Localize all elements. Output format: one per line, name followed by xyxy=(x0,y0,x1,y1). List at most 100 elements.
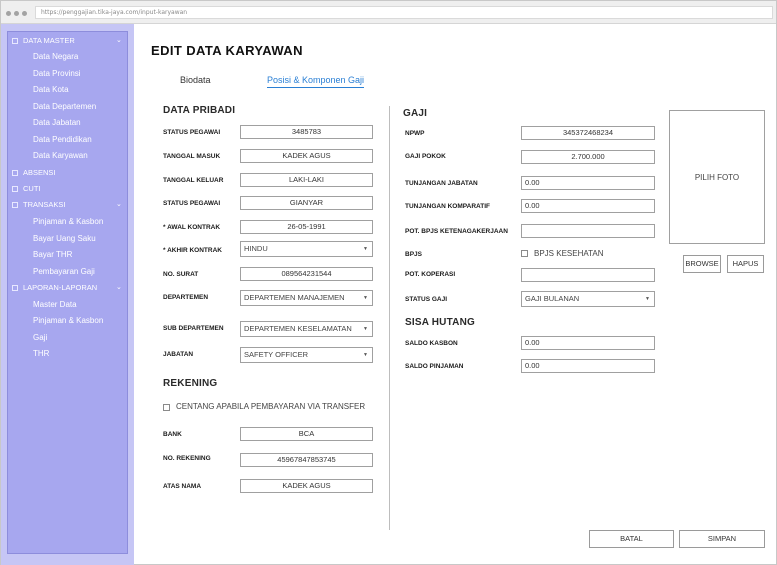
status-gaji-select[interactable]: GAJI BULANAN ▼ xyxy=(521,291,655,307)
report-icon xyxy=(12,284,18,291)
saldo-kasbon-input[interactable]: 0.00 xyxy=(521,336,655,350)
photo-placeholder[interactable]: PILIH FOTO xyxy=(669,110,765,244)
akhir-kontrak-select[interactable]: HINDU ▼ xyxy=(240,241,373,257)
chevron-down-icon[interactable]: ⌄ xyxy=(116,283,122,291)
column-divider xyxy=(389,106,390,530)
sidebar-item-data-provinsi[interactable]: Data Provinsi xyxy=(33,68,81,80)
sidebar-section-cuti[interactable]: CUTI xyxy=(12,183,41,195)
main-content: EDIT DATA KARYAWAN Biodata Posisi & Komp… xyxy=(135,24,777,565)
chevron-down-icon[interactable]: ⌄ xyxy=(116,36,122,44)
sidebar-item-pinjaman-kasbon[interactable]: Pinjaman & Kasbon xyxy=(33,216,103,228)
sidebar-item-bayar-uang-saku[interactable]: Bayar Uang Saku xyxy=(33,233,96,245)
tunjangan-jabatan-input[interactable]: 0.00 xyxy=(521,176,655,190)
sub-departemen-value: DEPARTEMEN KESELAMATAN xyxy=(244,324,352,333)
status-gaji-value: GAJI BULANAN xyxy=(525,294,580,303)
label-bank: BANK xyxy=(163,431,182,438)
label-departemen: DEPARTEMEN xyxy=(163,294,209,301)
section-heading-data-pribadi: DATA PRIBADI xyxy=(163,105,236,116)
sidebar-item-data-kota[interactable]: Data Kota xyxy=(33,84,69,96)
jabatan-select[interactable]: SAFETY OFFICER ▼ xyxy=(240,347,373,363)
sidebar-section-data-master[interactable]: DATA MASTER xyxy=(12,35,75,47)
sidebar-item-gaji[interactable]: Gaji xyxy=(33,332,47,344)
url-bar[interactable]: https://penggajian.tika-jaya.com/input-k… xyxy=(35,6,773,19)
transaction-icon xyxy=(12,201,18,208)
no-surat-input[interactable]: 089564231544 xyxy=(240,267,373,281)
label-atas-nama: ATAS NAMA xyxy=(163,483,202,490)
label-jabatan: JABATAN xyxy=(163,351,194,358)
window-dot-icon[interactable] xyxy=(22,11,27,16)
sidebar-item-data-departemen[interactable]: Data Departemen xyxy=(33,101,96,113)
batal-button[interactable]: BATAL xyxy=(589,530,674,548)
no-rekening-input[interactable]: 45967847853745 xyxy=(240,453,373,467)
label-tanggal-keluar: TANGGAL KELUAR xyxy=(163,177,224,184)
akhir-kontrak-value: HINDU xyxy=(244,244,268,253)
label-pot-bpjs: POT. BPJS KETENAGAKERJAAN xyxy=(405,228,508,235)
npwp-input[interactable]: 345372468234 xyxy=(521,126,655,140)
sidebar-section-label: TRANSAKSI xyxy=(23,200,66,209)
simpan-button[interactable]: SIMPAN xyxy=(679,530,765,548)
tab-posisi-komponen-gaji[interactable]: Posisi & Komponen Gaji xyxy=(267,75,365,88)
sidebar-item-pembayaran-gaji[interactable]: Pembayaran Gaji xyxy=(33,266,95,278)
dropdown-arrow-icon: ▼ xyxy=(363,326,368,332)
transfer-checkbox-label: CENTANG APABILA PEMBAYARAN VIA TRANSFER xyxy=(176,402,366,411)
sidebar-item-bayar-thr[interactable]: Bayar THR xyxy=(33,249,72,261)
tanggal-masuk-input[interactable]: KADEK AGUS xyxy=(240,149,373,163)
sidebar-section-absensi[interactable]: ABSENSI xyxy=(12,167,56,179)
browser-titlebar: https://penggajian.tika-jaya.com/input-k… xyxy=(1,1,776,24)
sub-departemen-select[interactable]: DEPARTEMEN KESELAMATAN ▼ xyxy=(240,321,373,337)
dropdown-arrow-icon: ▼ xyxy=(363,352,368,358)
sidebar-item-master-data[interactable]: Master Data xyxy=(33,299,77,311)
list-icon xyxy=(12,169,18,176)
sidebar-menu: DATA MASTER ⌄ Data Negara Data Provinsi … xyxy=(7,31,128,554)
departemen-select[interactable]: DEPARTEMEN MANAJEMEN ▼ xyxy=(240,290,373,306)
browse-button[interactable]: BROWSE xyxy=(683,255,721,273)
tunjangan-komparatif-input[interactable]: 0.00 xyxy=(521,199,655,213)
pot-bpjs-input[interactable] xyxy=(521,224,655,238)
saldo-pinjaman-input[interactable]: 0.00 xyxy=(521,359,655,373)
page-title: EDIT DATA KARYAWAN xyxy=(151,43,303,58)
status-pegawai-input[interactable]: 3485783 xyxy=(240,125,373,139)
bank-input[interactable]: BCA xyxy=(240,427,373,441)
sidebar-item-thr[interactable]: THR xyxy=(33,348,49,360)
chevron-down-icon[interactable]: ⌄ xyxy=(116,200,122,208)
bpjs-kesehatan-checkbox[interactable] xyxy=(521,250,528,257)
dropdown-arrow-icon: ▼ xyxy=(363,246,368,252)
hapus-button[interactable]: HAPUS xyxy=(727,255,764,273)
gaji-pokok-input[interactable]: 2.700.000 xyxy=(521,150,655,164)
label-tanggal-masuk: TANGGAL MASUK xyxy=(163,153,221,160)
app-window: https://penggajian.tika-jaya.com/input-k… xyxy=(0,0,777,565)
label-pot-koperasi: POT. KOPERASI xyxy=(405,271,456,278)
pot-koperasi-input[interactable] xyxy=(521,268,655,282)
awal-kontrak-input[interactable]: 26-05-1991 xyxy=(240,220,373,234)
section-heading-sisa-hutang: SISA HUTANG xyxy=(405,317,475,328)
status-pegawai-2-input[interactable]: GIANYAR xyxy=(240,196,373,210)
tanggal-keluar-input[interactable]: LAKI-LAKI xyxy=(240,173,373,187)
window-dot-icon[interactable] xyxy=(14,11,19,16)
window-dot-icon[interactable] xyxy=(6,11,11,16)
sidebar-item-data-jabatan[interactable]: Data Jabatan xyxy=(33,117,81,129)
label-awal-kontrak: * AWAL KONTRAK xyxy=(163,224,221,231)
dropdown-arrow-icon: ▼ xyxy=(645,296,650,302)
sidebar: DATA MASTER ⌄ Data Negara Data Provinsi … xyxy=(1,24,134,565)
tab-biodata[interactable]: Biodata xyxy=(180,75,211,85)
label-tunjangan-jabatan: TUNJANGAN JABATAN xyxy=(405,180,478,187)
label-akhir-kontrak: * AKHIR KONTRAK xyxy=(163,247,222,254)
sidebar-section-laporan[interactable]: LAPORAN-LAPORAN xyxy=(12,282,97,294)
sidebar-item-laporan-pinjaman-kasbon[interactable]: Pinjaman & Kasbon xyxy=(33,315,103,327)
atas-nama-input[interactable]: KADEK AGUS xyxy=(240,479,373,493)
dropdown-arrow-icon: ▼ xyxy=(363,295,368,301)
sidebar-item-data-pendidikan[interactable]: Data Pendidikan xyxy=(33,134,92,146)
label-tunjangan-komparatif: TUNJANGAN KOMPARATIF xyxy=(405,203,490,210)
sidebar-item-data-negara[interactable]: Data Negara xyxy=(33,51,78,63)
folder-icon xyxy=(12,37,18,44)
jabatan-value: SAFETY OFFICER xyxy=(244,350,309,359)
transfer-checkbox[interactable] xyxy=(163,404,170,411)
sidebar-section-transaksi[interactable]: TRANSAKSI xyxy=(12,199,66,211)
label-no-rekening: NO. REKENING xyxy=(163,455,211,462)
label-gaji-pokok: GAJI POKOK xyxy=(405,153,446,160)
bpjs-kesehatan-label: BPJS KESEHATAN xyxy=(534,249,604,258)
label-status-pegawai: STATUS PEGAWAI xyxy=(163,129,221,136)
label-saldo-pinjaman: SALDO PINJAMAN xyxy=(405,363,464,370)
calendar-icon xyxy=(12,185,18,192)
sidebar-item-data-karyawan[interactable]: Data Karyawan xyxy=(33,150,88,162)
